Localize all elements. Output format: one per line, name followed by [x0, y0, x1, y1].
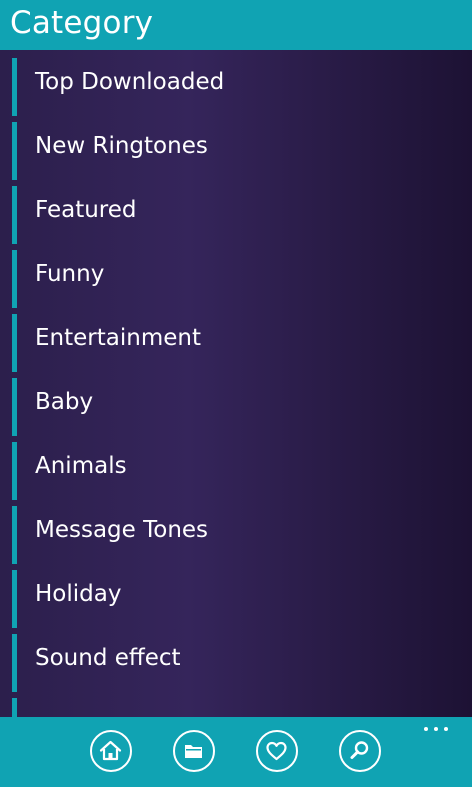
category-item-baby[interactable]: Baby [12, 378, 472, 436]
category-label: Entertainment [35, 325, 201, 351]
home-button[interactable] [90, 730, 132, 772]
page-title: Category [10, 5, 154, 41]
home-icon [99, 740, 122, 761]
category-accent-bar [12, 378, 17, 436]
category-accent-bar [12, 186, 17, 244]
search-button[interactable] [339, 730, 381, 772]
more-icon[interactable] [420, 720, 452, 736]
category-label: Featured [35, 197, 137, 223]
category-item-featured[interactable]: Featured [12, 186, 472, 244]
category-item-partial[interactable] [12, 698, 472, 717]
category-accent-bar [12, 442, 17, 500]
app-bar [0, 717, 472, 787]
category-accent-bar [12, 122, 17, 180]
category-item-message-tones[interactable]: Message Tones [12, 506, 472, 564]
category-item-top-downloaded[interactable]: Top Downloaded [12, 58, 472, 116]
category-label: Baby [35, 389, 94, 415]
category-accent-bar [12, 314, 17, 372]
title-bar: Category [0, 0, 472, 50]
category-label: Top Downloaded [35, 69, 225, 95]
heart-icon [266, 741, 287, 761]
category-label: New Ringtones [35, 133, 208, 159]
category-item-holiday[interactable]: Holiday [12, 570, 472, 628]
search-icon [350, 741, 369, 759]
category-label: Animals [35, 453, 127, 479]
more-dot [434, 727, 438, 731]
category-accent-bar [12, 698, 17, 717]
category-item-animals[interactable]: Animals [12, 442, 472, 500]
category-list[interactable]: Top Downloaded New Ringtones Featured Fu… [0, 50, 472, 717]
category-accent-bar [12, 634, 17, 692]
category-item-funny[interactable]: Funny [12, 250, 472, 308]
category-accent-bar [12, 570, 17, 628]
category-label: Sound effect [35, 645, 181, 671]
category-label: Message Tones [35, 517, 209, 543]
more-dot [424, 727, 428, 731]
category-label: Funny [35, 261, 105, 287]
category-item-entertainment[interactable]: Entertainment [12, 314, 472, 372]
category-accent-bar [12, 250, 17, 308]
category-item-sound-effect[interactable]: Sound effect [12, 634, 472, 692]
category-accent-bar [12, 58, 17, 116]
category-label: Holiday [35, 581, 122, 607]
folder-icon [185, 745, 202, 758]
more-dot [444, 727, 448, 731]
favorites-button[interactable] [256, 730, 298, 772]
category-accent-bar [12, 506, 17, 564]
folder-button[interactable] [173, 730, 215, 772]
category-item-new-ringtones[interactable]: New Ringtones [12, 122, 472, 180]
